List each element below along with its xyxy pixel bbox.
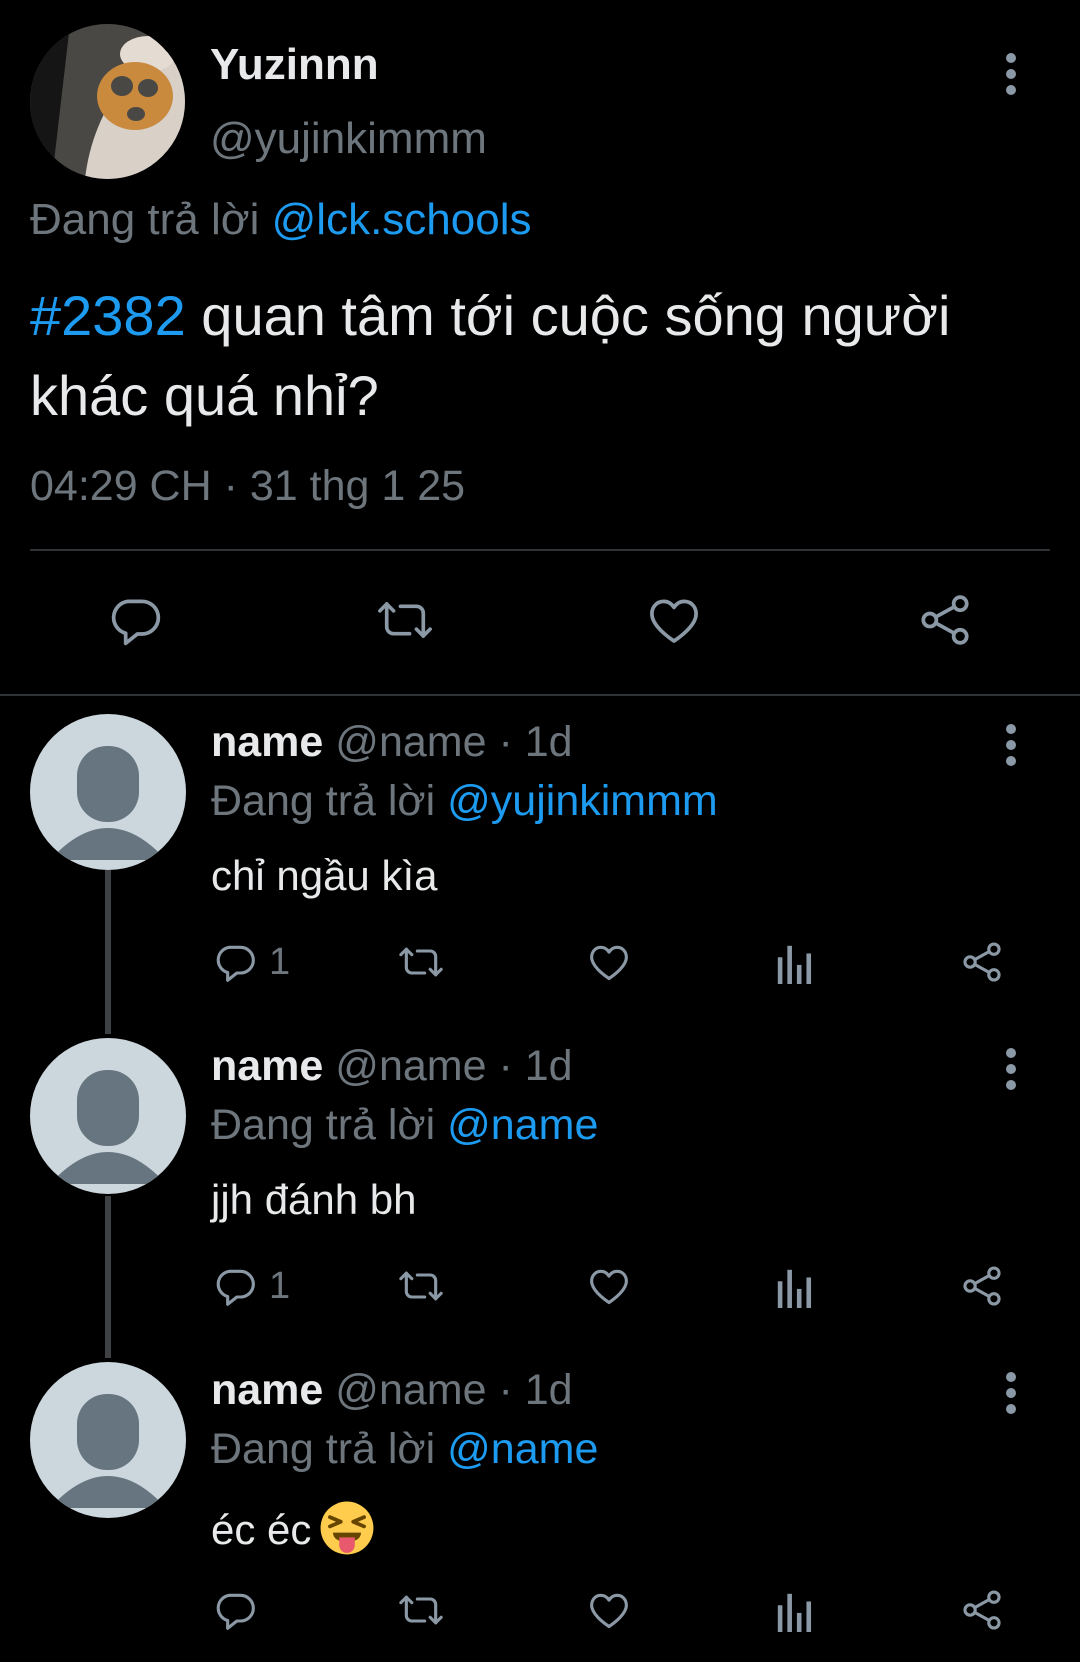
views-icon[interactable] xyxy=(775,942,815,984)
replying-to-label: Đang trả lời xyxy=(211,1101,436,1149)
share-icon[interactable] xyxy=(960,940,1004,984)
replying-to: Đang trả lời @yujinkimmm xyxy=(211,777,718,826)
replying-to: Đang trả lời @lck.schools xyxy=(30,195,531,245)
share-icon[interactable] xyxy=(960,1264,1004,1308)
author-avatar[interactable] xyxy=(30,24,185,179)
reply-icon[interactable] xyxy=(107,592,163,648)
replying-to-label: Đang trả lời xyxy=(211,777,436,825)
divider xyxy=(30,549,1050,551)
like-icon[interactable] xyxy=(645,592,703,648)
default-avatar-icon xyxy=(50,1070,166,1184)
default-avatar-icon xyxy=(50,746,166,860)
replying-to-label: Đang trả lời xyxy=(211,1425,436,1473)
reply-count: 1 xyxy=(269,1264,291,1307)
retweet-icon[interactable] xyxy=(395,1588,447,1632)
like-icon[interactable] xyxy=(586,1588,632,1632)
views-icon[interactable] xyxy=(775,1590,815,1632)
share-icon[interactable] xyxy=(960,1588,1004,1632)
share-icon[interactable] xyxy=(916,592,974,648)
reply-button[interactable]: 1 xyxy=(213,940,290,984)
pretzel-photo xyxy=(30,24,185,179)
retweet-icon[interactable] xyxy=(395,940,447,984)
reply-author-name[interactable]: name xyxy=(211,718,323,766)
replying-to-link[interactable]: @lck.schools xyxy=(272,195,532,244)
reply-text: éc éc xyxy=(211,1506,312,1553)
hashtag-link[interactable]: #2382 xyxy=(30,284,186,347)
reply-author-name[interactable]: name xyxy=(211,1042,323,1090)
divider xyxy=(0,694,1080,696)
reply-header: name @name · 1d xyxy=(211,718,573,767)
reply-avatar[interactable] xyxy=(30,714,186,870)
tweet-text: #2382 quan tâm tới cuộc sống người khác … xyxy=(30,276,1060,436)
reply-author-name[interactable]: name xyxy=(211,1366,323,1414)
author-name[interactable]: Yuzinnn xyxy=(210,40,379,90)
replying-to-link[interactable]: @yujinkimmm xyxy=(447,777,718,825)
views-icon[interactable] xyxy=(775,1266,815,1308)
reply-icon xyxy=(216,945,255,982)
replying-to-link[interactable]: @name xyxy=(447,1101,598,1149)
replying-to-link[interactable]: @name xyxy=(447,1425,598,1473)
reply-handle-time[interactable]: @name · 1d xyxy=(323,1366,572,1414)
thread-line xyxy=(105,1196,111,1358)
reply-count: 1 xyxy=(269,940,291,983)
squinting-face-with-tongue-icon xyxy=(320,1501,374,1555)
reply-text-row: éc éc xyxy=(211,1500,375,1556)
default-avatar-icon xyxy=(50,1394,166,1508)
reply-header: name @name · 1d xyxy=(211,1042,573,1091)
reply-avatar[interactable] xyxy=(30,1038,186,1194)
reply-handle-time[interactable]: @name · 1d xyxy=(323,1042,572,1090)
more-options-icon[interactable] xyxy=(1003,723,1019,767)
more-options-icon[interactable] xyxy=(1003,1047,1019,1091)
more-options-icon[interactable] xyxy=(1003,1371,1019,1415)
reply-text: jjh đánh bh xyxy=(211,1176,417,1223)
tweet-timestamp[interactable]: 04:29 CH · 31 thg 1 25 xyxy=(30,462,465,511)
like-icon[interactable] xyxy=(586,1264,632,1308)
like-icon[interactable] xyxy=(586,940,632,984)
author-handle[interactable]: @yujinkimmm xyxy=(210,114,487,164)
retweet-icon[interactable] xyxy=(373,592,437,648)
replying-to: Đang trả lời @name xyxy=(211,1425,598,1474)
replying-to-label: Đang trả lời xyxy=(30,195,260,244)
reply-button[interactable]: 1 xyxy=(213,1264,290,1308)
reply-avatar[interactable] xyxy=(30,1362,186,1518)
thread-line xyxy=(105,870,111,1034)
reply-text: chỉ ngầu kìa xyxy=(211,852,438,899)
reply-handle-time[interactable]: @name · 1d xyxy=(323,718,572,766)
more-options-icon[interactable] xyxy=(1003,52,1019,96)
reply-header: name @name · 1d xyxy=(211,1366,573,1415)
retweet-icon[interactable] xyxy=(395,1264,447,1308)
replying-to: Đang trả lời @name xyxy=(211,1101,598,1150)
reply-icon[interactable] xyxy=(213,1588,257,1632)
reply-icon xyxy=(216,1269,255,1306)
